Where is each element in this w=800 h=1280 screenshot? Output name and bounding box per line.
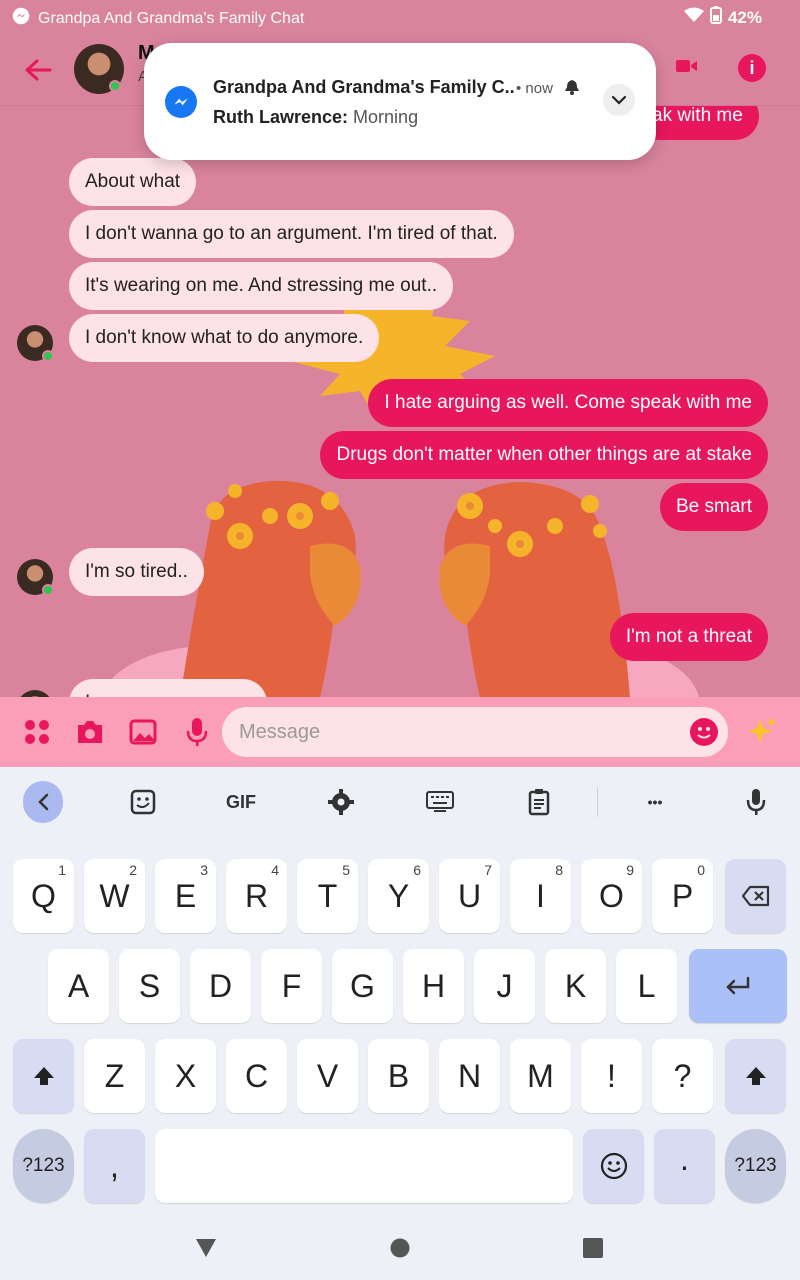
key-a[interactable]: A bbox=[48, 949, 109, 1023]
shift-key[interactable] bbox=[725, 1039, 786, 1113]
key-h[interactable]: H bbox=[403, 949, 464, 1023]
space-key[interactable] bbox=[155, 1129, 573, 1203]
symbols-key[interactable]: ?123 bbox=[725, 1129, 786, 1203]
status-bar: Grandpa And Grandma's Family Chat 42% bbox=[0, 0, 800, 34]
battery-level: 42% bbox=[727, 7, 762, 27]
key-z[interactable]: Z bbox=[84, 1039, 145, 1113]
enter-icon bbox=[726, 976, 750, 995]
shift-icon bbox=[33, 1067, 54, 1085]
key-r[interactable]: R4 bbox=[226, 859, 287, 933]
messenger-icon bbox=[12, 7, 30, 30]
wifi-icon bbox=[683, 7, 704, 28]
message-bubble-outgoing[interactable]: Drugs don't matter when other things are… bbox=[320, 431, 768, 479]
gallery-icon[interactable] bbox=[126, 715, 160, 749]
back-arrow-icon[interactable] bbox=[22, 54, 54, 86]
enter-key[interactable] bbox=[689, 949, 787, 1023]
message-bubble-incoming[interactable]: About what bbox=[69, 158, 197, 206]
key-e[interactable]: E3 bbox=[155, 859, 216, 933]
shift-key[interactable] bbox=[13, 1039, 74, 1113]
key-d[interactable]: D bbox=[190, 949, 251, 1023]
microphone-icon[interactable] bbox=[180, 715, 214, 749]
message-bubble-incoming[interactable]: I ... bbox=[69, 679, 267, 697]
camera-icon[interactable] bbox=[73, 715, 107, 749]
video-call-icon[interactable] bbox=[676, 58, 702, 82]
message-bubble-incoming[interactable]: I don't know what to do anymore. bbox=[69, 314, 380, 362]
key-q[interactable]: Q1 bbox=[13, 859, 74, 933]
symbols-key[interactable]: ?123 bbox=[13, 1129, 74, 1203]
emoji-icon bbox=[600, 1152, 627, 1180]
heads-up-notification[interactable]: Grandpa And Grandma's Family C.. • now R… bbox=[144, 43, 656, 160]
emoji-key[interactable] bbox=[583, 1129, 644, 1203]
sticker-icon[interactable] bbox=[123, 781, 163, 823]
key-exclamation[interactable]: ! bbox=[581, 1039, 642, 1113]
key-j[interactable]: J bbox=[474, 949, 535, 1023]
message-input[interactable] bbox=[222, 707, 728, 757]
key-b[interactable]: B bbox=[368, 1039, 429, 1113]
notification-body: Ruth Lawrence: Morning bbox=[213, 107, 418, 128]
backspace-key[interactable] bbox=[725, 859, 786, 933]
notification-sender: Ruth Lawrence: bbox=[213, 107, 349, 127]
gif-button[interactable]: GIF bbox=[221, 781, 261, 823]
nav-home-icon[interactable] bbox=[388, 1236, 412, 1260]
gear-icon[interactable] bbox=[321, 781, 361, 823]
apps-menu-icon[interactable] bbox=[20, 715, 54, 749]
key-t[interactable]: T5 bbox=[297, 859, 358, 933]
sparkles-icon[interactable] bbox=[745, 715, 779, 749]
clipboard-icon[interactable] bbox=[519, 781, 559, 823]
message-bubble-incoming[interactable]: I'm so tired.. bbox=[69, 548, 204, 596]
key-period[interactable]: · bbox=[654, 1129, 715, 1203]
battery-icon bbox=[709, 6, 722, 29]
notification-message: Morning bbox=[353, 107, 419, 127]
key-question[interactable]: ? bbox=[652, 1039, 713, 1113]
key-f[interactable]: F bbox=[261, 949, 322, 1023]
key-u[interactable]: U7 bbox=[439, 859, 500, 933]
message-bubble-outgoing[interactable]: I hate arguing as well. Come speak with … bbox=[368, 379, 768, 427]
on-screen-keyboard: GIF ••• Q1 W2 E3 R4 T5 Y6 U7 I8 O9 P0 A … bbox=[0, 767, 800, 1214]
message-bubble-outgoing[interactable]: Be smart bbox=[659, 483, 768, 531]
online-indicator bbox=[42, 584, 54, 596]
microphone-icon[interactable] bbox=[736, 781, 776, 823]
chevron-down-icon[interactable] bbox=[603, 84, 635, 116]
toolbar-divider bbox=[597, 787, 598, 817]
message-composer bbox=[0, 697, 800, 767]
message-bubble-incoming[interactable]: It's wearing on me. And stressing me out… bbox=[69, 262, 454, 310]
key-l[interactable]: L bbox=[616, 949, 677, 1023]
shift-icon bbox=[745, 1067, 766, 1085]
key-i[interactable]: I8 bbox=[510, 859, 571, 933]
key-p[interactable]: P0 bbox=[652, 859, 713, 933]
key-s[interactable]: S bbox=[119, 949, 180, 1023]
message-list[interactable]: ak with me About what I don't wanna go t… bbox=[0, 106, 800, 697]
nav-back-icon[interactable] bbox=[194, 1236, 218, 1260]
message-bubble-outgoing[interactable]: I'm not a threat bbox=[609, 613, 768, 661]
key-comma[interactable]: , bbox=[84, 1129, 145, 1203]
key-m[interactable]: M bbox=[510, 1039, 571, 1113]
online-indicator bbox=[109, 80, 121, 92]
more-options-icon[interactable]: ••• bbox=[635, 781, 675, 823]
key-w[interactable]: W2 bbox=[84, 859, 145, 933]
online-indicator bbox=[42, 350, 54, 362]
keyboard-icon[interactable] bbox=[420, 781, 460, 823]
bell-icon bbox=[564, 79, 582, 97]
info-icon[interactable]: i bbox=[738, 54, 766, 82]
key-n[interactable]: N bbox=[439, 1039, 500, 1113]
emoji-icon[interactable] bbox=[690, 718, 718, 746]
key-g[interactable]: G bbox=[332, 949, 393, 1023]
backspace-icon bbox=[741, 885, 769, 907]
notification-title: Grandpa And Grandma's Family C.. bbox=[213, 77, 515, 97]
message-bubble-incoming[interactable]: I don't wanna go to an argument. I'm tir… bbox=[69, 210, 514, 258]
status-app-title: Grandpa And Grandma's Family Chat bbox=[38, 9, 305, 27]
key-x[interactable]: X bbox=[155, 1039, 216, 1113]
system-navigation-bar bbox=[0, 1214, 800, 1280]
key-v[interactable]: V bbox=[297, 1039, 358, 1113]
key-c[interactable]: C bbox=[226, 1039, 287, 1113]
key-o[interactable]: O9 bbox=[581, 859, 642, 933]
key-y[interactable]: Y6 bbox=[368, 859, 429, 933]
nav-recents-icon[interactable] bbox=[581, 1236, 605, 1260]
messenger-icon bbox=[165, 86, 197, 118]
chevron-left-icon[interactable] bbox=[23, 781, 63, 823]
notification-time: • now bbox=[516, 80, 553, 97]
key-k[interactable]: K bbox=[545, 949, 606, 1023]
